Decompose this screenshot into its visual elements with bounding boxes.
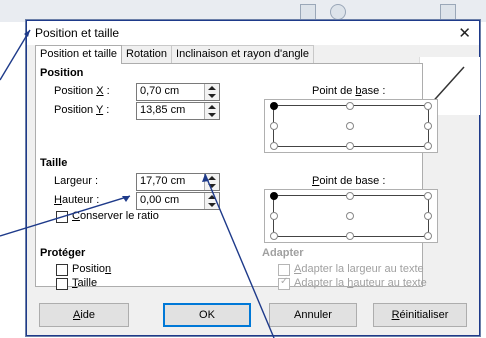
position-y-spinner[interactable]	[204, 103, 219, 119]
height-spinner[interactable]	[204, 193, 219, 209]
base-point-bottom-center[interactable]	[346, 232, 354, 240]
size-heading: Taille	[40, 157, 68, 169]
spin-up-icon[interactable]	[208, 195, 216, 199]
base-point-top-center[interactable]	[346, 192, 354, 200]
spin-down-icon[interactable]	[208, 94, 216, 98]
checkmark-icon: ✓	[280, 276, 289, 287]
protect-position-label[interactable]: Position	[72, 263, 111, 275]
position-size-dialog: Position et taille ✕ Position et taille …	[26, 20, 480, 336]
base-point-bottom-center[interactable]	[346, 142, 354, 150]
position-heading: Position	[40, 67, 84, 79]
fit-width-label[interactable]: Adapter la largeur au texte	[294, 263, 424, 275]
position-y-label: Position Y :	[54, 104, 110, 116]
base-point-bottom-right[interactable]	[424, 232, 432, 240]
tab-panel: Position Position X : 0,70 cm Position Y…	[35, 63, 438, 290]
protect-size-checkbox[interactable]	[56, 278, 68, 290]
base-point-bottom-left[interactable]	[270, 142, 278, 150]
height-value: 0,00 cm	[140, 194, 180, 206]
tab-position-size[interactable]: Position et taille	[35, 45, 123, 64]
tab-rotation[interactable]: Rotation	[121, 45, 173, 63]
spin-up-icon[interactable]	[208, 176, 216, 180]
base-point-top-center[interactable]	[346, 102, 354, 110]
width-field[interactable]: 17,70 cm	[136, 173, 220, 191]
base-point-middle-right[interactable]	[424, 212, 432, 220]
fit-width-checkbox[interactable]	[278, 264, 290, 276]
adapt-heading: Adapter	[262, 247, 304, 259]
protect-size-label[interactable]: Taille	[72, 277, 97, 289]
dialog-titlebar: Position et taille ✕	[27, 21, 479, 45]
position-x-spinner[interactable]	[204, 84, 219, 100]
spin-up-icon[interactable]	[208, 105, 216, 109]
width-spinner[interactable]	[204, 174, 219, 190]
size-base-point-label: Point de base :	[312, 175, 386, 187]
tab-strip: Position et taille Rotation Inclinaison …	[35, 45, 314, 64]
base-point-top-right[interactable]	[424, 102, 432, 110]
spin-up-icon[interactable]	[208, 86, 216, 90]
background-toolbar-icon	[440, 4, 456, 20]
position-x-value: 0,70 cm	[140, 85, 180, 97]
fit-height-checkbox[interactable]: ✓	[278, 276, 290, 290]
base-point-center[interactable]	[346, 212, 354, 220]
base-point-middle-left[interactable]	[270, 212, 278, 220]
background-window-strip	[0, 0, 486, 22]
spin-down-icon[interactable]	[208, 184, 216, 188]
keep-ratio-label[interactable]: Conserver le ratio	[72, 210, 159, 222]
help-button[interactable]: Aide	[39, 303, 129, 327]
position-x-label: Position X :	[54, 85, 110, 97]
close-icon[interactable]: ✕	[458, 24, 471, 42]
base-point-bottom-left[interactable]	[270, 232, 278, 240]
base-point-top-left[interactable]	[270, 192, 278, 200]
reset-button[interactable]: Réinitialiser	[373, 303, 467, 327]
position-y-value: 13,85 cm	[140, 104, 186, 116]
protect-heading: Protéger	[40, 247, 86, 259]
base-point-center[interactable]	[346, 122, 354, 130]
base-point-middle-right[interactable]	[424, 122, 432, 130]
ok-button[interactable]: OK	[163, 303, 251, 327]
background-toolbar-icon	[330, 4, 346, 20]
base-point-top-left[interactable]	[270, 102, 278, 110]
position-x-field[interactable]: 0,70 cm	[136, 83, 220, 101]
protect-position-checkbox[interactable]	[56, 264, 68, 276]
base-point-bottom-right[interactable]	[424, 142, 432, 150]
keep-ratio-checkbox[interactable]	[56, 211, 68, 223]
tab-slant-corner-radius[interactable]: Inclinaison et rayon d'angle	[171, 45, 314, 63]
base-point-top-right[interactable]	[424, 192, 432, 200]
fit-height-label[interactable]: Adapter la hauteur au texte	[294, 277, 427, 289]
height-field[interactable]: 0,00 cm	[136, 192, 220, 210]
position-base-point-label: Point de base :	[312, 85, 386, 97]
width-value: 17,70 cm	[140, 175, 186, 187]
spin-down-icon[interactable]	[208, 203, 216, 207]
background-toolbar-icon	[300, 4, 316, 20]
position-y-field[interactable]: 13,85 cm	[136, 102, 220, 120]
base-point-middle-left[interactable]	[270, 122, 278, 130]
spin-down-icon[interactable]	[208, 113, 216, 117]
position-base-point-grid[interactable]	[264, 99, 438, 153]
dialog-title: Position et taille	[35, 26, 120, 40]
size-base-point-grid[interactable]	[264, 189, 438, 243]
cancel-button[interactable]: Annuler	[269, 303, 357, 327]
height-label: Hauteur :	[54, 194, 100, 206]
width-label: Largeur :	[54, 175, 99, 187]
